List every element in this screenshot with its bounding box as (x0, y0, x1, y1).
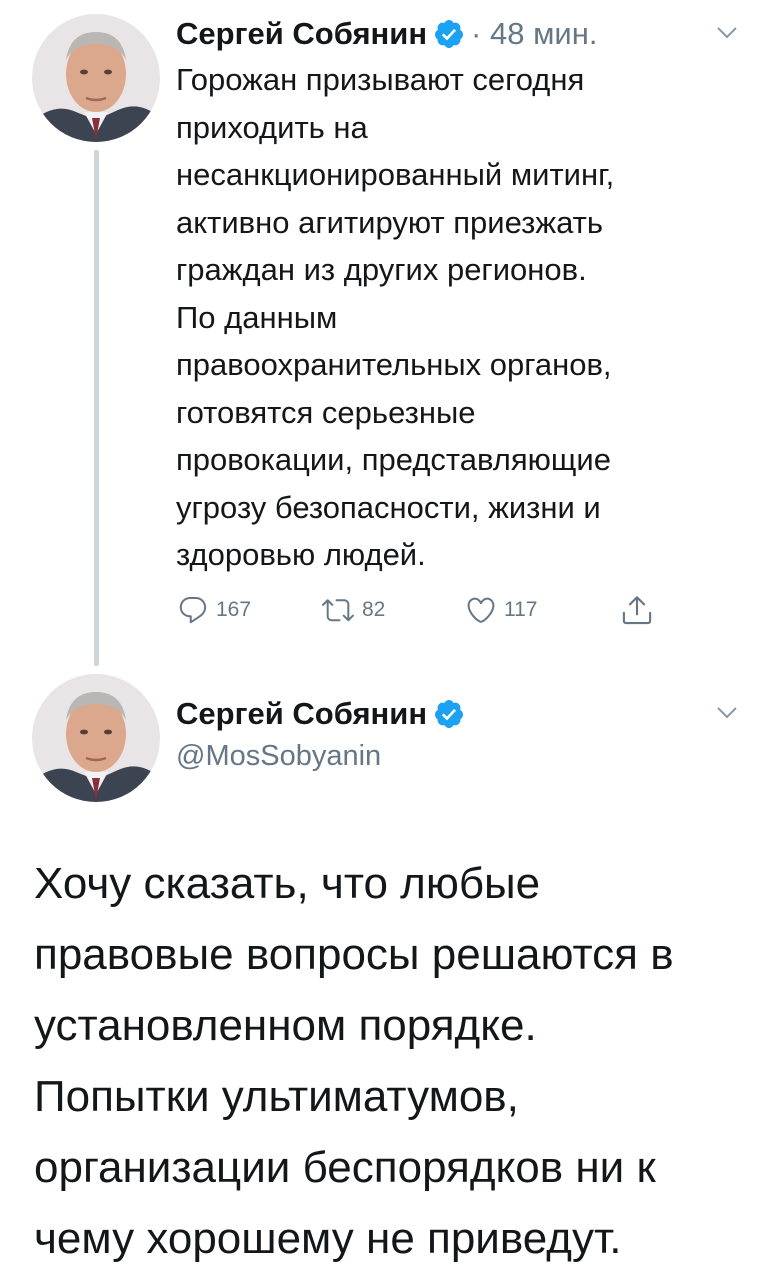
tweet-text-line: организации беспорядков ни к (34, 1143, 656, 1192)
retweet-button[interactable]: 82 (320, 590, 385, 630)
tweet-text-line: здоровью людей. (176, 537, 426, 572)
like-button[interactable]: 117 (464, 590, 537, 630)
reply-count: 167 (216, 598, 252, 621)
tweet-text-line: правоохранительных органов, (176, 347, 612, 382)
tweet-actions: 167 82 117 (176, 590, 676, 630)
heart-icon (467, 597, 495, 623)
retweet-icon (322, 599, 354, 622)
tweet-text-line: активно агитируют приезжать (176, 204, 604, 240)
tweet-text-line: установленном порядке. (34, 1001, 537, 1050)
tweet-text-line: Попытки ультиматумов, (34, 1072, 519, 1121)
tweet-text-line: провокации, представляющие (176, 442, 611, 477)
like-count: 117 (504, 598, 538, 621)
tweet-text-line: правовые вопросы решаются в (34, 930, 674, 979)
verified-badge-icon (433, 18, 465, 50)
tweet-text-line: несанкционированный митинг, (176, 157, 615, 192)
chevron-down-icon[interactable] (716, 706, 738, 720)
tweet2-header: Сергей Собянин (176, 692, 465, 736)
verified-badge-icon (433, 698, 465, 730)
tweet1-header: Сергей Собянин · 48 мин. (176, 12, 597, 56)
avatar[interactable] (32, 14, 160, 142)
author-name[interactable]: Сергей Собянин (176, 16, 427, 52)
tweet-text-line: чему хорошему не приведут. (34, 1214, 622, 1263)
share-icon (622, 596, 652, 625)
retweet-count: 82 (362, 598, 386, 621)
tweet-timestamp[interactable]: · 48 мин. (471, 16, 597, 52)
tweet1-text: Горожан призывают сегодня приходить на н… (176, 56, 736, 579)
tweet-text-line: готовятся серьезные (176, 394, 476, 430)
reply-button[interactable]: 167 (176, 590, 251, 630)
tweet-text-line: По данным (176, 299, 338, 335)
reply-icon (179, 596, 207, 624)
tweet-text-line: приходить на (176, 109, 368, 145)
chevron-down-icon[interactable] (716, 26, 738, 40)
tweet-text-line: угрозу безопасности, жизни и (176, 489, 601, 525)
author-name[interactable]: Сергей Собянин (176, 696, 427, 732)
author-handle[interactable]: @MosSobyanin (176, 740, 381, 773)
share-button[interactable] (620, 590, 654, 630)
tweet2-text: Хочу сказать, что любые правовые вопросы… (34, 848, 744, 1274)
tweet-text-line: Хочу сказать, что любые (34, 859, 541, 908)
avatar[interactable] (32, 674, 160, 802)
tweet-text-line: Горожан призывают сегодня (176, 62, 585, 97)
thread-line (94, 150, 99, 666)
tweet-text-line: граждан из других регионов. (176, 252, 587, 287)
